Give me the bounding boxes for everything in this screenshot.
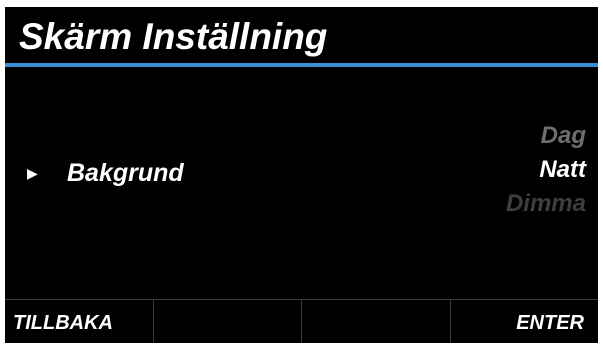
option-dag[interactable]: Dag [446,119,586,153]
softkey-2[interactable] [154,300,302,343]
menu-item-label: Bakgrund [67,159,184,187]
softkey-3[interactable] [302,300,451,343]
option-list: Dag Natt Dimma [446,119,586,221]
softkey-tillbaka[interactable]: TILLBAKA [5,300,154,343]
menu-item-bakgrund[interactable]: ▶ Bakgrund [27,156,184,190]
triangle-right-icon: ▶ [27,165,38,181]
page-title: Skärm Inställning [19,16,328,57]
device-screen: Skärm Inställning ▶ Bakgrund Dag Natt Di… [5,7,598,343]
option-natt[interactable]: Natt [446,153,586,187]
header-divider [5,63,598,67]
softkey-tillbaka-label: TILLBAKA [13,312,113,334]
header: Skärm Inställning [5,7,598,63]
softkey-enter[interactable]: ENTER [451,300,599,343]
softkey-bar: TILLBAKA ENTER [5,299,598,343]
softkey-enter-label: ENTER [516,312,584,334]
option-dimma[interactable]: Dimma [446,187,586,221]
